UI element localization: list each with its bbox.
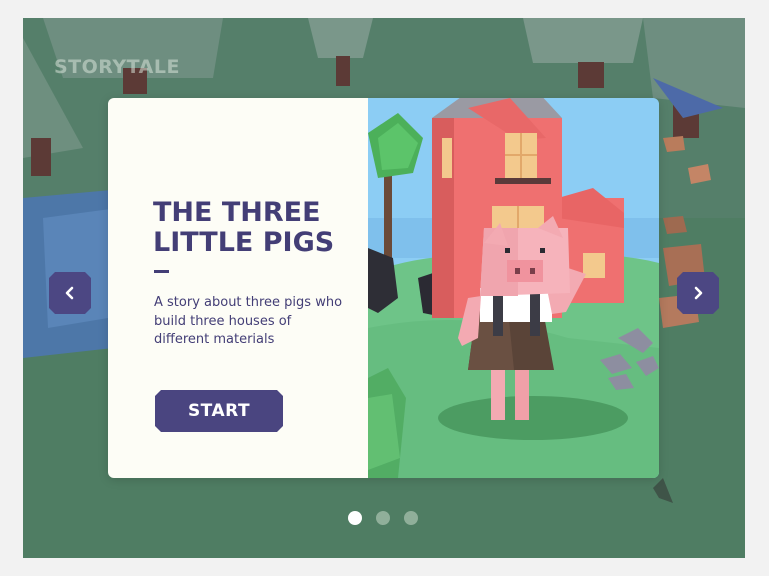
story-illustration <box>368 98 659 478</box>
pagination-dot-3[interactable] <box>404 511 418 525</box>
story-title: THE THREE LITTLE PIGS <box>153 197 335 258</box>
app-screen: STORYTALE THE THREE LITTLE PIGS A story … <box>23 18 745 558</box>
chevron-right-icon <box>691 286 705 300</box>
title-divider <box>154 270 169 273</box>
pagination-dot-1[interactable] <box>348 511 362 525</box>
app-logo[interactable]: STORYTALE <box>54 56 180 78</box>
start-button[interactable]: START <box>155 390 283 432</box>
carousel-pagination <box>348 511 418 525</box>
story-card: THE THREE LITTLE PIGS A story about thre… <box>108 98 659 478</box>
previous-story-button[interactable] <box>49 272 91 314</box>
pagination-dot-2[interactable] <box>376 511 390 525</box>
story-description: A story about three pigs who build three… <box>154 295 343 347</box>
story-info-panel: THE THREE LITTLE PIGS A story about thre… <box>108 98 368 478</box>
next-story-button[interactable] <box>677 272 719 314</box>
three-pigs-scene-illustration <box>368 98 659 478</box>
chevron-left-icon <box>63 286 77 300</box>
